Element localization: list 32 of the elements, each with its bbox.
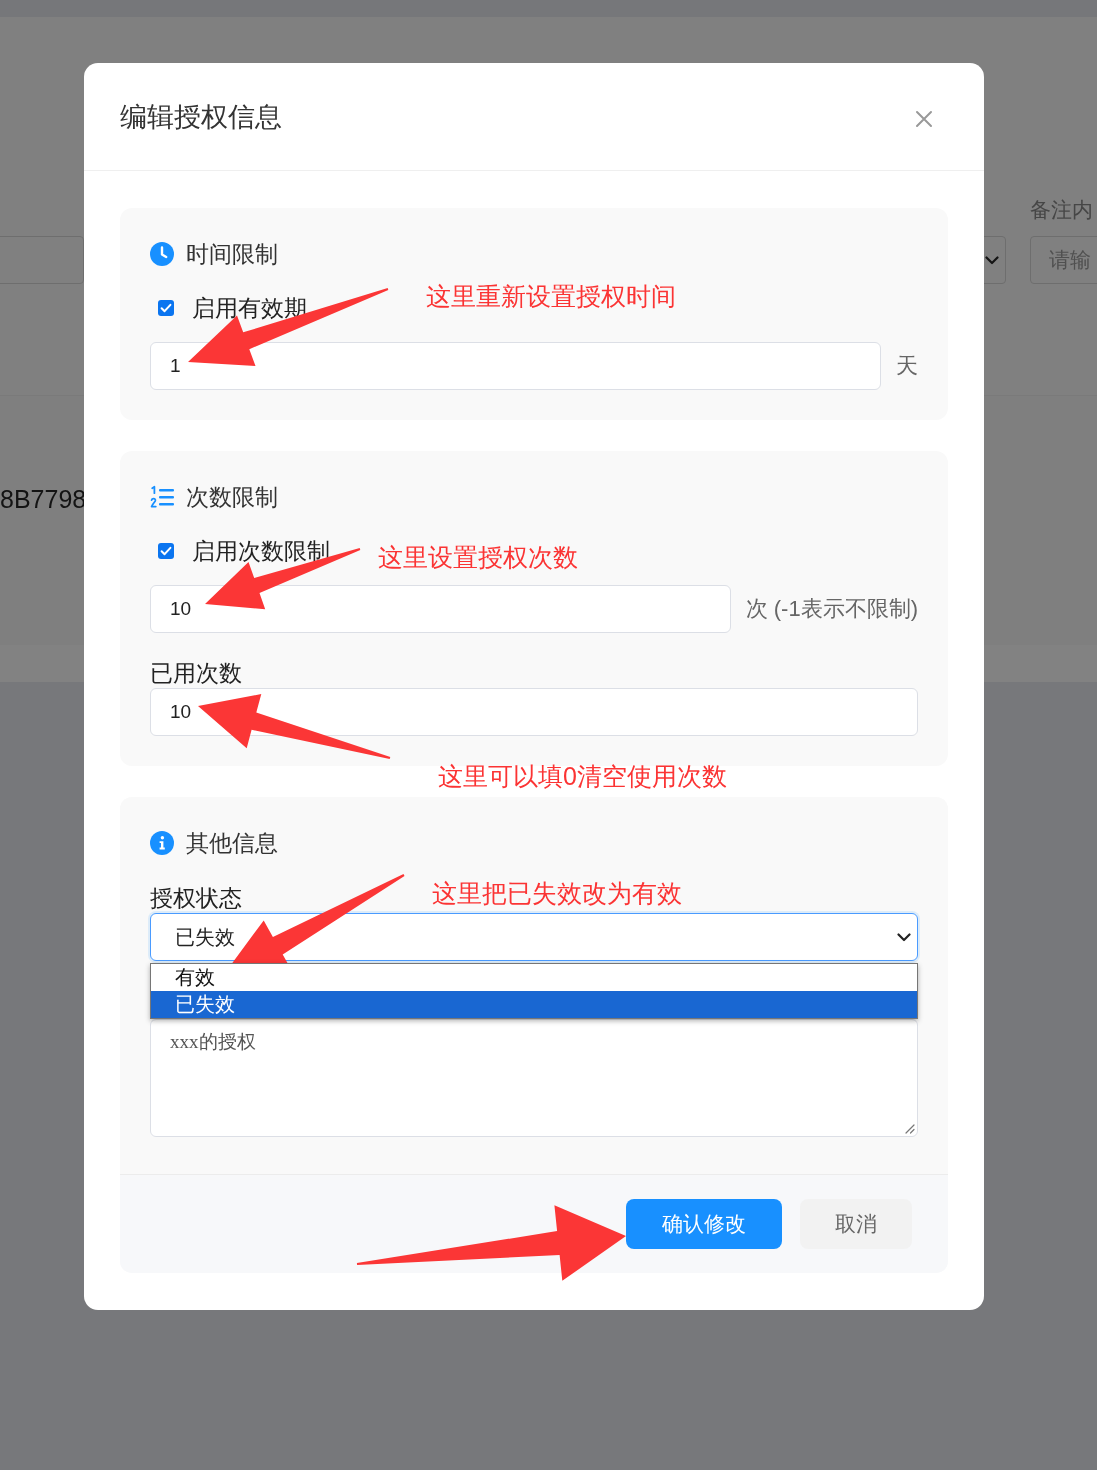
dropdown-option[interactable]: 已失效 bbox=[151, 991, 917, 1018]
input-field[interactable]: 10 bbox=[150, 688, 918, 736]
checkbox[interactable] bbox=[158, 543, 174, 559]
unit-label: 次 (-1表示不限制) bbox=[745, 595, 918, 623]
field-label: 授权状态 bbox=[150, 885, 242, 911]
dialog-title: 编辑授权信息 bbox=[120, 100, 282, 134]
numbered-list-icon bbox=[150, 485, 174, 509]
chevron-down-icon bbox=[897, 932, 911, 942]
textarea-field[interactable]: xxx的授权 bbox=[150, 1019, 918, 1137]
field-label: 已用次数 bbox=[150, 660, 242, 686]
dropdown-option[interactable]: 有效 bbox=[151, 964, 917, 991]
close-icon bbox=[915, 109, 933, 128]
input-field[interactable]: 10 bbox=[150, 585, 731, 633]
checkbox[interactable] bbox=[158, 300, 174, 316]
unit-label: 天 bbox=[896, 352, 918, 380]
chevron-down-icon bbox=[985, 255, 999, 265]
section-heading: 时间限制 bbox=[186, 240, 278, 269]
close-button[interactable] bbox=[915, 109, 933, 128]
clock-icon bbox=[150, 242, 174, 266]
input-field[interactable]: 1 bbox=[150, 342, 881, 390]
section-heading: 次数限制 bbox=[186, 483, 278, 512]
info-icon bbox=[150, 831, 174, 855]
annotation-text: 这里可以填0清空使用次数 bbox=[438, 761, 727, 791]
resize-handle-icon[interactable] bbox=[903, 1122, 915, 1134]
section-heading: 其他信息 bbox=[186, 829, 278, 858]
annotation-text: 这里重新设置授权时间 bbox=[426, 281, 676, 311]
field-label: 备注内 bbox=[1030, 197, 1093, 223]
table-cell: 8B7798 bbox=[0, 484, 87, 514]
select-field[interactable]: 已失效 bbox=[150, 913, 918, 961]
annotation-text: 这里把已失效改为有效 bbox=[432, 878, 682, 908]
cancel-button[interactable]: 取消 bbox=[800, 1199, 912, 1249]
annotation-text: 这里设置授权次数 bbox=[378, 542, 578, 572]
